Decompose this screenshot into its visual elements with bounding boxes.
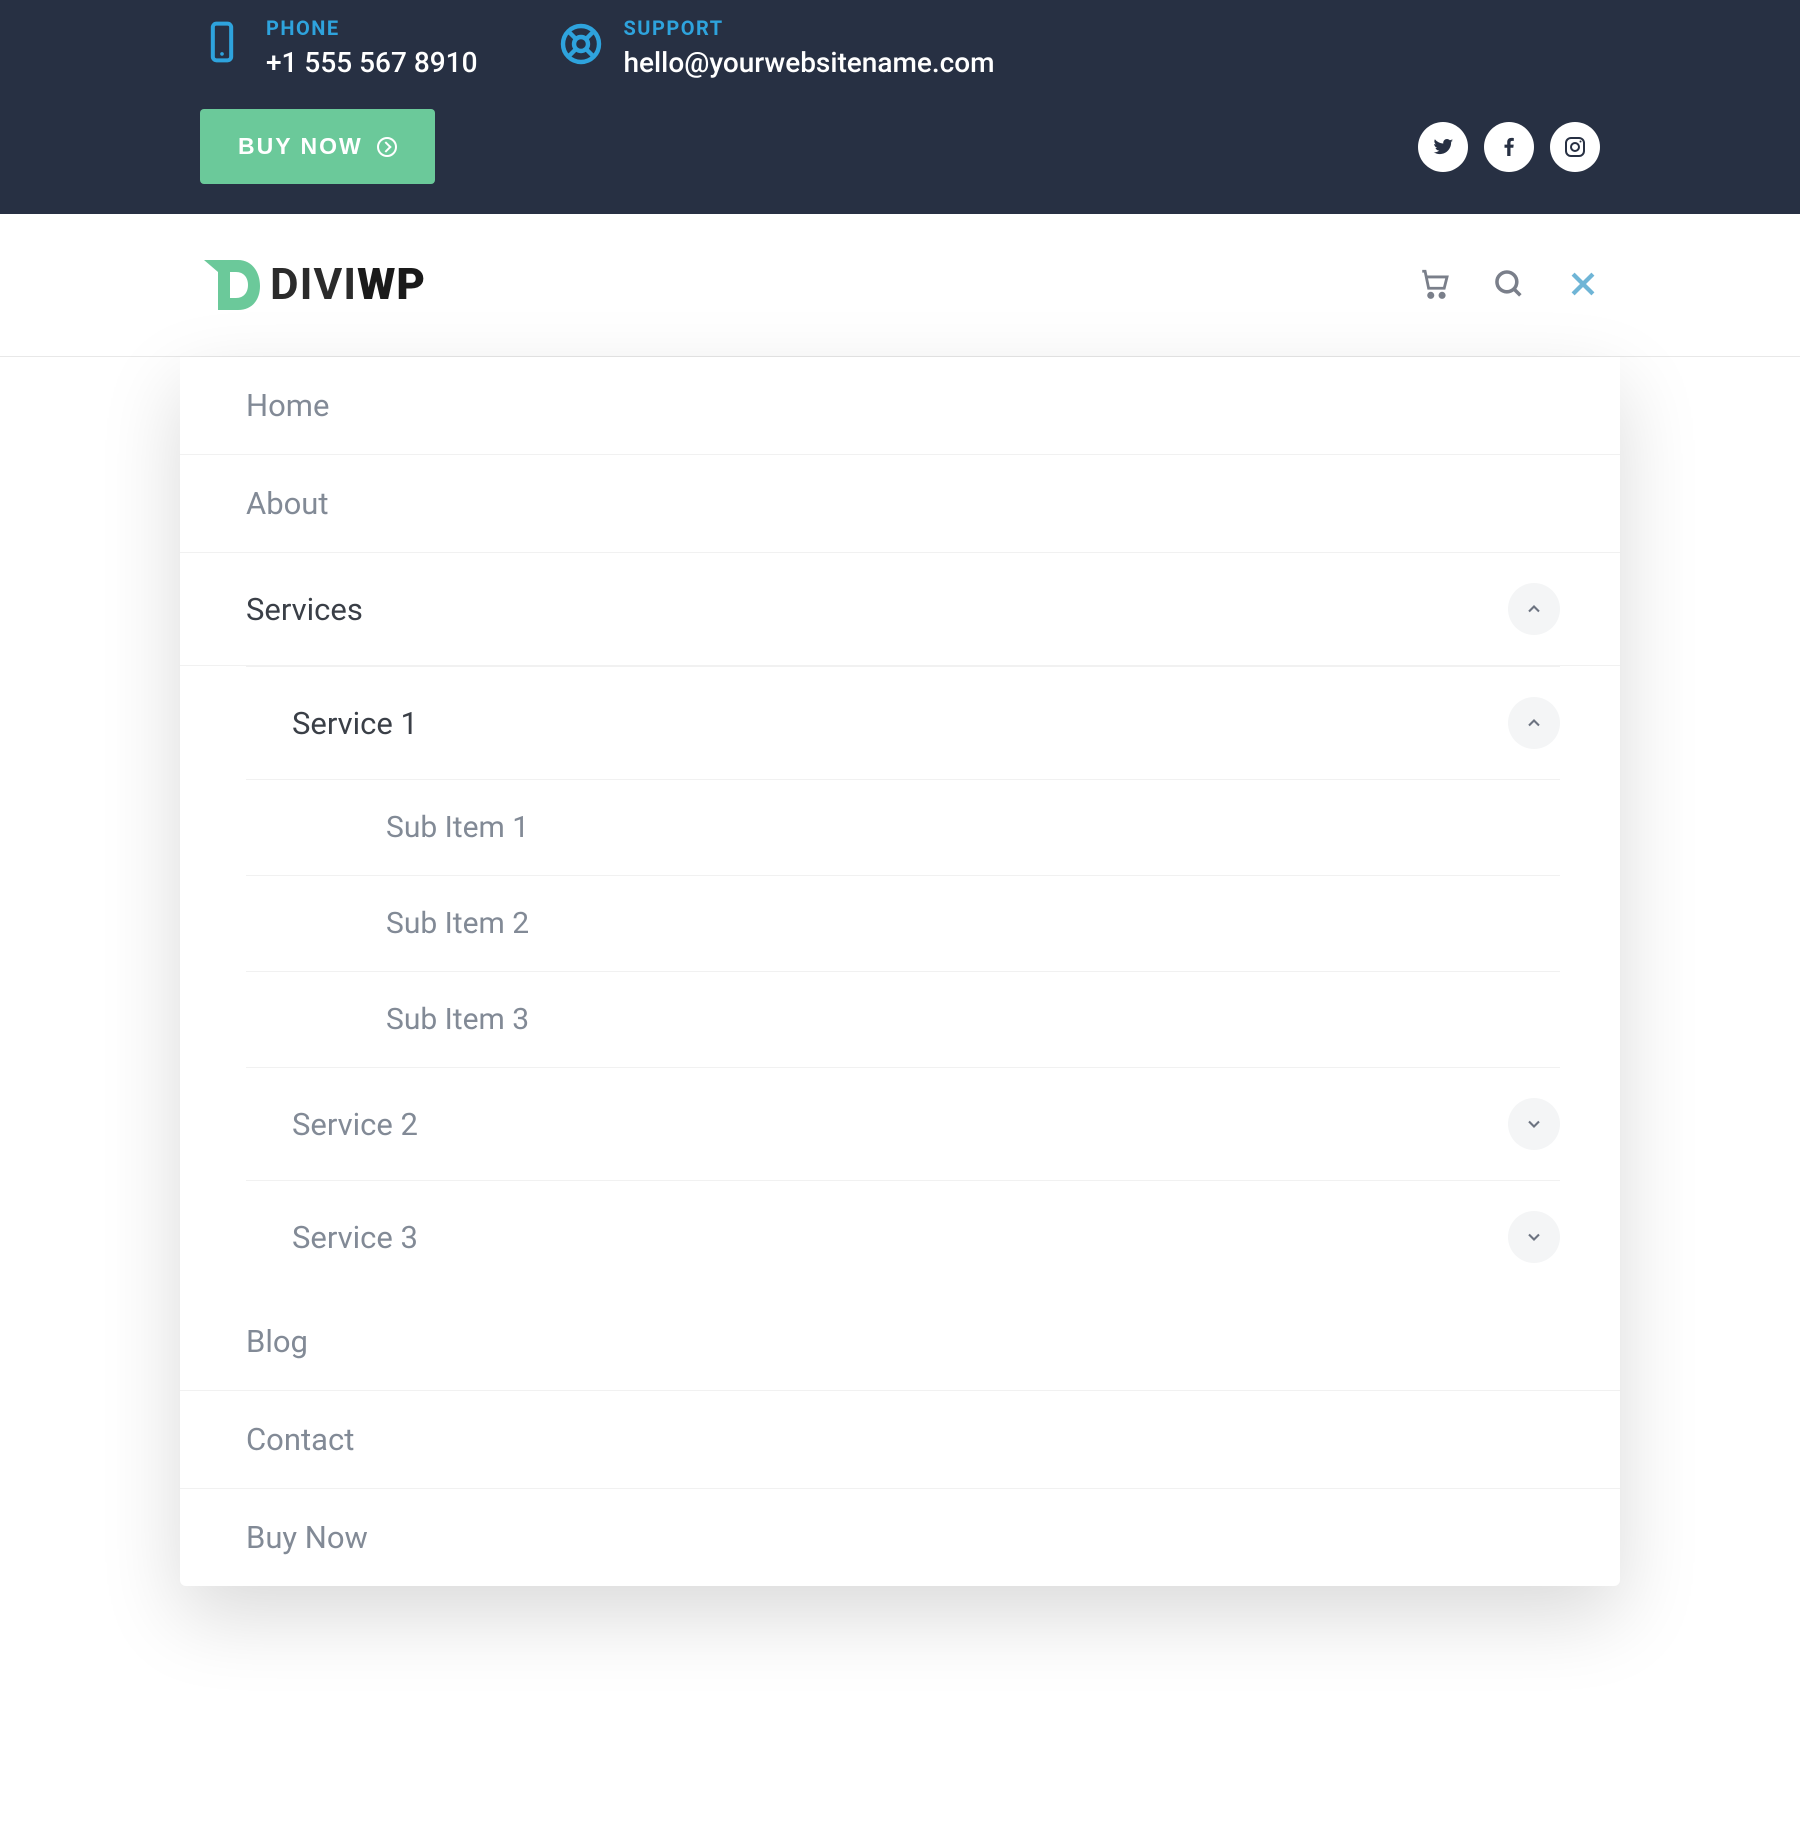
menu-label: Home (246, 387, 329, 424)
menu-item-sub-2[interactable]: Sub Item 2 (246, 876, 1560, 972)
support-icon (557, 20, 601, 64)
phone-block: PHONE +1 555 567 8910 (200, 16, 477, 79)
menu-item-service-3[interactable]: Service 3 (246, 1181, 1560, 1293)
chevron-down-icon[interactable] (1508, 1211, 1560, 1263)
buy-now-button[interactable]: BUY NOW (200, 109, 435, 184)
support-block: SUPPORT hello@yourwebsitename.com (557, 16, 994, 79)
instagram-icon[interactable] (1550, 122, 1600, 172)
phone-icon (200, 20, 244, 64)
menu-item-about[interactable]: About (180, 455, 1620, 553)
menu-item-buy-now[interactable]: Buy Now (180, 1489, 1620, 1586)
menu-label: Sub Item 1 (386, 810, 529, 845)
menu-label: Buy Now (246, 1519, 368, 1556)
chevron-up-icon[interactable] (1508, 583, 1560, 635)
logo[interactable]: DIVIWP (200, 252, 426, 316)
menu-item-contact[interactable]: Contact (180, 1391, 1620, 1489)
logo-text: DIVIWP (270, 258, 426, 310)
menu-item-sub-3[interactable]: Sub Item 3 (246, 972, 1560, 1067)
cart-icon[interactable] (1418, 267, 1452, 301)
menu-item-blog[interactable]: Blog (180, 1293, 1620, 1391)
header: DIVIWP (0, 214, 1800, 357)
menu-label: Sub Item 3 (386, 1002, 529, 1037)
logo-mark-icon (200, 252, 264, 316)
phone-value: +1 555 567 8910 (266, 46, 477, 79)
menu-item-sub-1[interactable]: Sub Item 1 (246, 780, 1560, 876)
menu-label: Service 2 (292, 1106, 418, 1143)
menu-label: Service 1 (292, 705, 418, 742)
chevron-down-icon[interactable] (1508, 1098, 1560, 1150)
menu-label: Blog (246, 1323, 308, 1360)
buy-now-label: BUY NOW (238, 133, 363, 160)
twitter-icon[interactable] (1418, 122, 1468, 172)
social-links (1418, 122, 1600, 172)
chevron-up-icon[interactable] (1508, 697, 1560, 749)
support-value: hello@yourwebsitename.com (623, 46, 994, 79)
close-icon[interactable] (1566, 267, 1600, 301)
menu-label: Sub Item 2 (386, 906, 529, 941)
support-label: SUPPORT (623, 16, 994, 40)
menu-item-home[interactable]: Home (180, 357, 1620, 455)
facebook-icon[interactable] (1484, 122, 1534, 172)
arrow-right-circle-icon (377, 137, 397, 157)
mobile-menu-panel: Home About Services Service 1 Sub Item 1… (180, 357, 1620, 1586)
menu-item-service-2[interactable]: Service 2 (246, 1067, 1560, 1181)
topbar: PHONE +1 555 567 8910 (0, 0, 1800, 214)
menu-label: About (246, 485, 329, 522)
search-icon[interactable] (1492, 267, 1526, 301)
phone-label: PHONE (266, 16, 477, 40)
menu-item-service-1[interactable]: Service 1 (246, 666, 1560, 780)
menu-item-services[interactable]: Services (180, 553, 1620, 666)
menu-label: Service 3 (292, 1219, 418, 1256)
menu-label: Contact (246, 1421, 354, 1458)
menu-label: Services (246, 591, 363, 628)
